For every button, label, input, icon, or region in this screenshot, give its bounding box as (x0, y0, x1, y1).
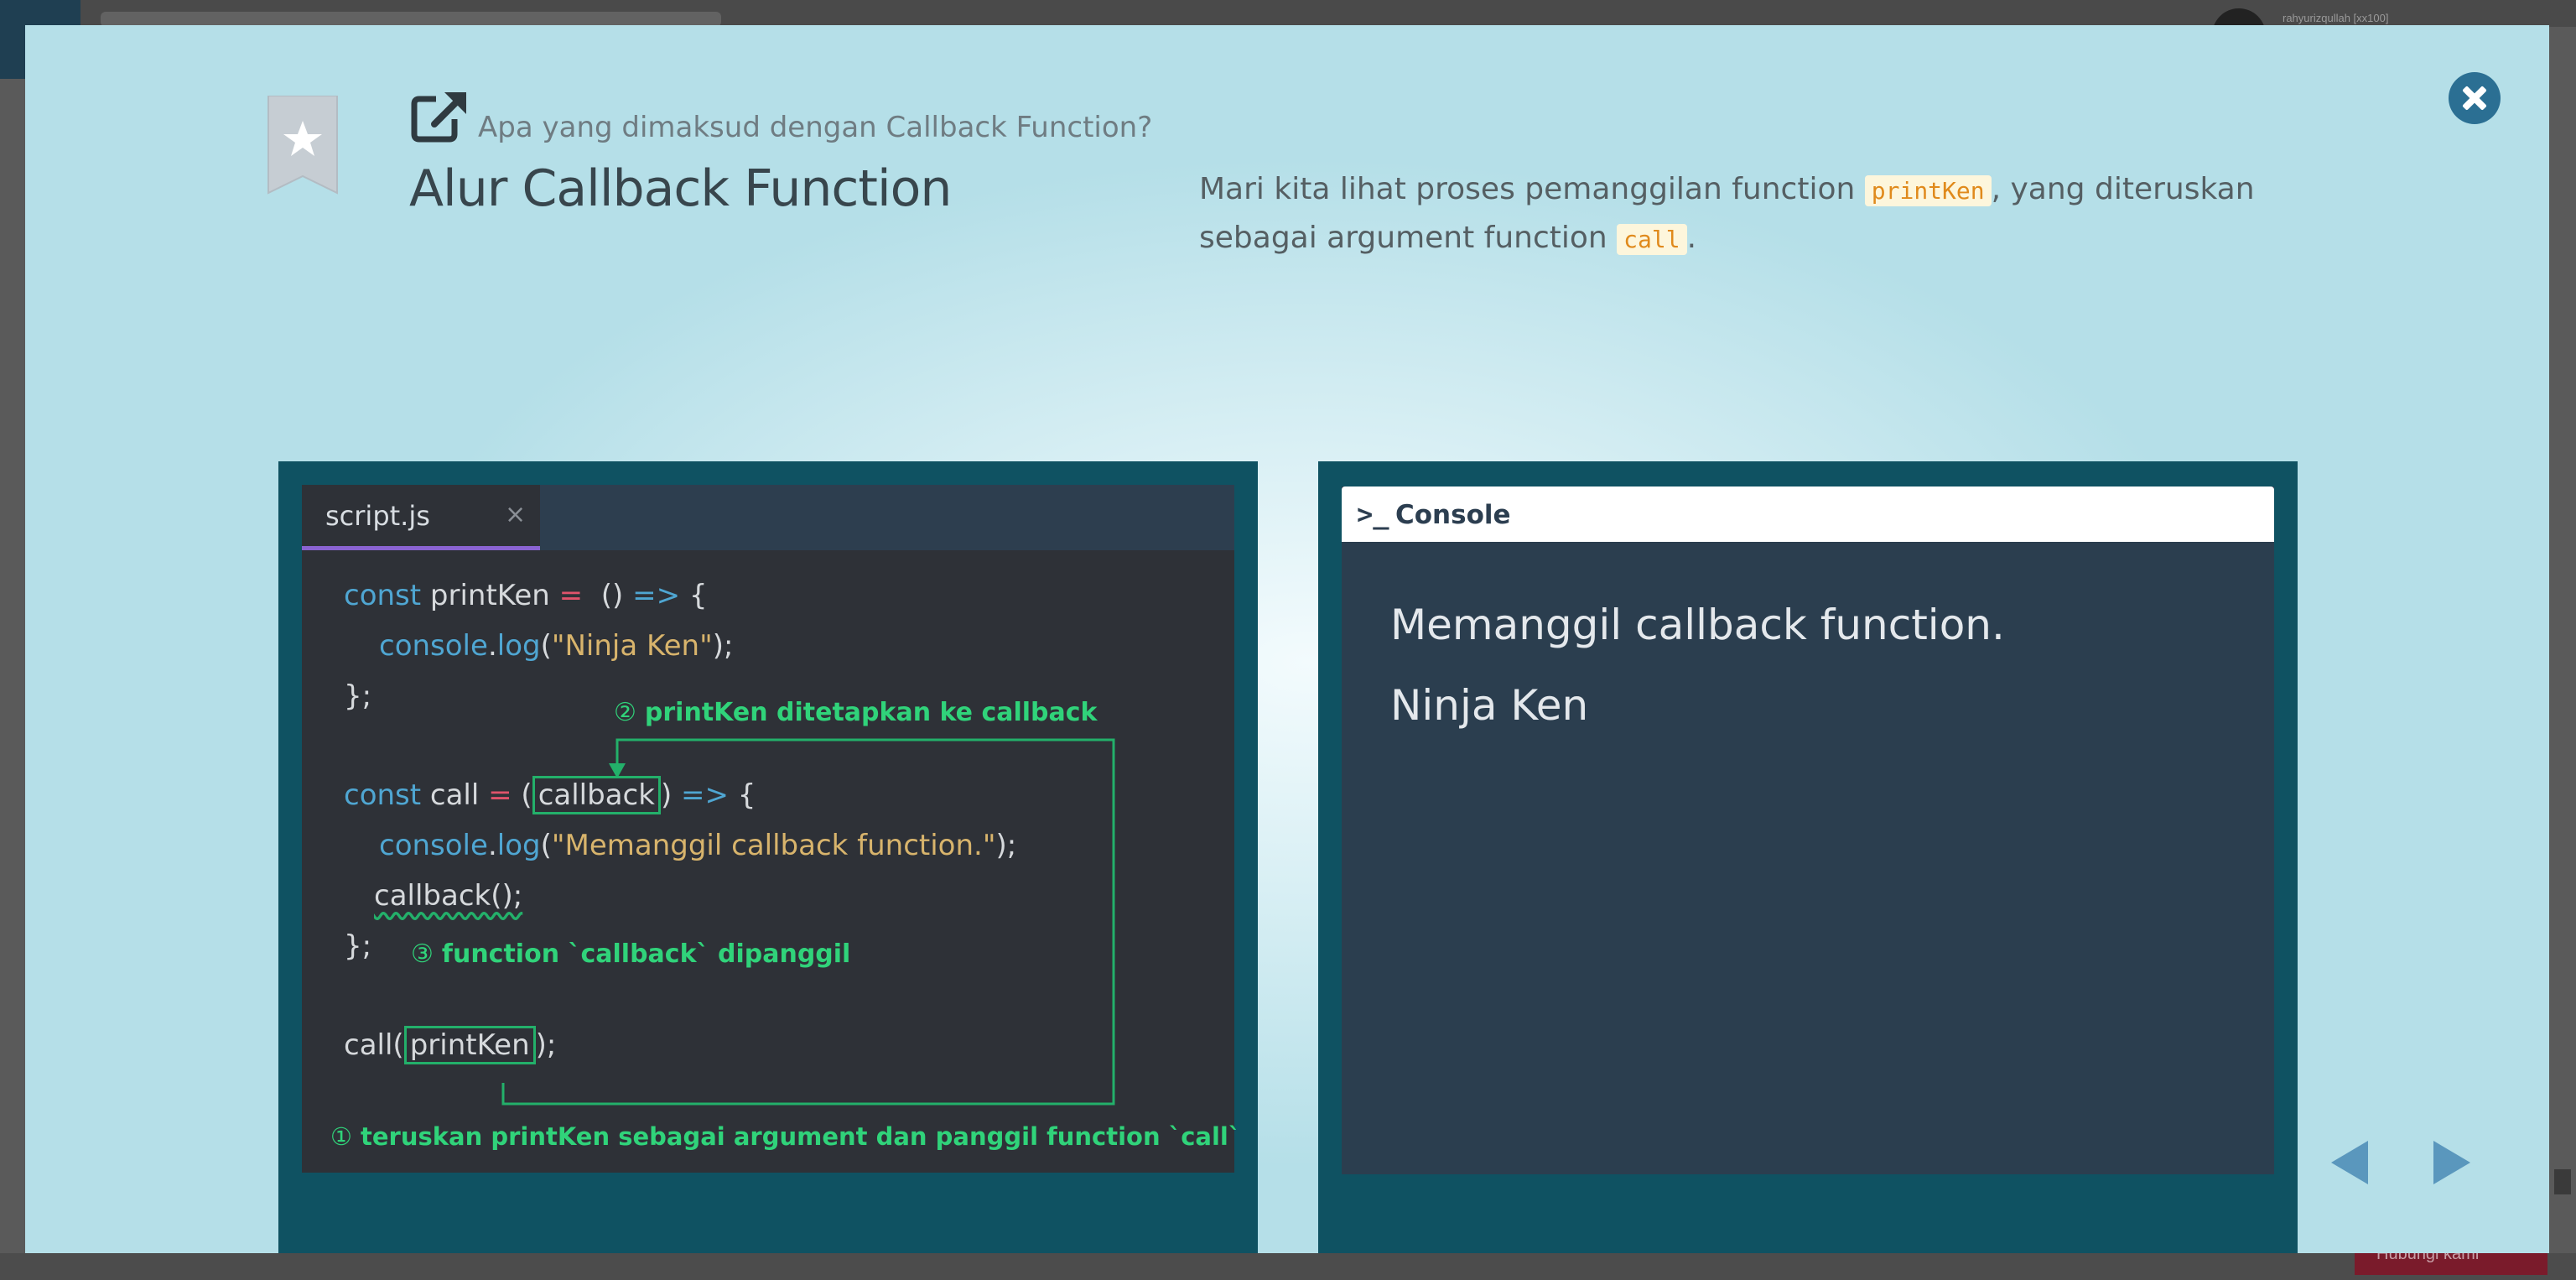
annotation-text: printKen ditetapkan ke callback (644, 698, 1098, 727)
user-name-label: rahyurizqullah [xx100] (2283, 12, 2389, 24)
background-bottom-bar (0, 1253, 2576, 1280)
code-panel: script.js × const printKen = () => { con… (278, 461, 1258, 1253)
tab-close-icon[interactable]: × (505, 500, 526, 529)
bookmark-star-icon[interactable] (267, 96, 339, 195)
annotation-text: teruskan printKen sebagai argument dan p… (361, 1122, 1241, 1151)
description-text: . (1686, 221, 1697, 255)
console-title: Console (1395, 500, 1511, 530)
slide-modal: Apa yang dimaksud dengan Callback Functi… (25, 25, 2549, 1253)
description-text: Mari kita lihat proses pemanggilan funct… (1199, 172, 1865, 206)
close-icon[interactable] (2449, 72, 2501, 124)
external-link-icon[interactable] (411, 89, 470, 143)
code-area: const printKen = () => { console.log("Ni… (302, 550, 1240, 1173)
annotation-connector (501, 738, 1115, 1106)
tab-label: script.js (325, 500, 430, 532)
background-scrollbar (2554, 1169, 2571, 1194)
triangle-left-icon[interactable] (2331, 1141, 2368, 1184)
slide-subtitle: Apa yang dimaksud dengan Callback Functi… (478, 111, 1153, 144)
editor-tab-bar: script.js × (302, 485, 1234, 550)
console-output-line: Memanggil callback function. (1390, 601, 2005, 649)
console-header: >_ Console (1342, 487, 2274, 542)
console-panel: >_ Console Memanggil callback function. … (1318, 461, 2298, 1253)
inline-code: printKen (1864, 175, 1992, 206)
terminal-prompt-icon: >_ (1357, 498, 1389, 530)
code-editor: script.js × const printKen = () => { con… (302, 485, 1240, 1173)
annotation-step-1: ① teruskan printKen sebagai argument dan … (330, 1122, 1240, 1151)
annotation-text: function `callback` dipanggil (441, 939, 851, 969)
tab-script-js[interactable]: script.js × (302, 485, 540, 550)
console: >_ Console Memanggil callback function. … (1342, 487, 2274, 1174)
slide-title: Alur Callback Function (409, 159, 952, 218)
inline-code: call (1617, 224, 1687, 255)
slide-description: Mari kita lihat proses pemanggilan funct… (1199, 166, 2306, 263)
annotation-step-3: ③ function `callback` dipanggil (411, 939, 850, 969)
triangle-right-icon[interactable] (2433, 1141, 2470, 1184)
annotation-step-2: ② printKen ditetapkan ke callback (614, 698, 1098, 727)
step-number: ② (614, 698, 636, 727)
step-number: ③ (411, 939, 434, 969)
console-output-line: Ninja Ken (1390, 681, 1589, 730)
step-number: ① (330, 1122, 352, 1151)
